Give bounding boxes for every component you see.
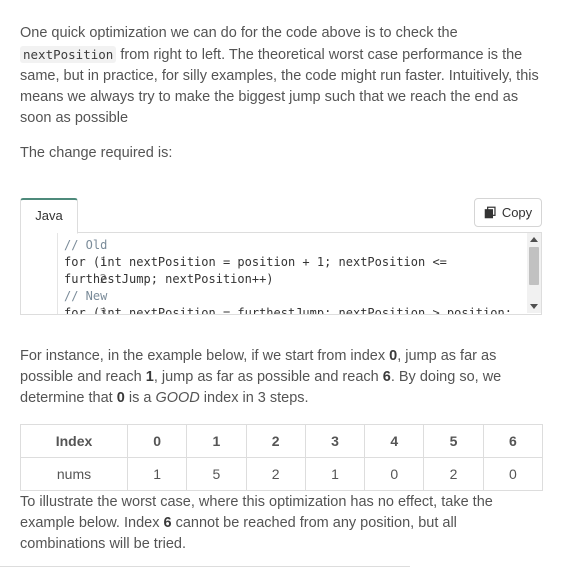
table-cell: 5 xyxy=(186,457,247,491)
example-bold: 1 xyxy=(145,369,154,385)
example-text: For instance, in the example below, if w… xyxy=(20,348,390,364)
tab-java[interactable]: Java xyxy=(20,198,78,234)
index-table: Index 0 1 2 3 4 5 6 nums 1 5 2 1 0 2 0 xyxy=(20,424,544,491)
worst-bold: 6 xyxy=(163,515,172,531)
table-header-cell: 3 xyxy=(304,424,366,458)
code-line: furthestJump; nextPosition++) xyxy=(21,271,526,288)
table-header-cell: 4 xyxy=(364,424,425,458)
scroll-down-icon[interactable] xyxy=(530,304,538,309)
code-text: // Old xyxy=(64,238,108,252)
code-scrollbar[interactable] xyxy=(527,233,541,313)
scroll-up-icon[interactable] xyxy=(530,237,538,242)
scroll-thumb[interactable] xyxy=(529,247,539,285)
code-tab-bar: Java Copy xyxy=(20,198,542,234)
example-italic: GOOD xyxy=(155,390,200,406)
code-text: for (int nextPosition = furthestJump; ne… xyxy=(64,306,512,315)
table-cell: 1 xyxy=(126,457,188,491)
code-text: for (int nextPosition = position + 1; ne… xyxy=(64,255,447,269)
table-cell: 0 xyxy=(482,457,544,491)
table-cell: 2 xyxy=(423,457,484,491)
table-cell: 0 xyxy=(364,457,425,491)
code-editor[interactable]: 1 // Old 2 for (int nextPosition = posit… xyxy=(20,233,542,315)
table-header-cell: 6 xyxy=(482,424,544,458)
inline-code-next-position: nextPosition xyxy=(20,46,117,63)
example-text: , jump as far as possible and reach xyxy=(153,369,383,385)
table-cell: 2 xyxy=(245,457,306,491)
divider xyxy=(0,566,410,567)
example-bold: 0 xyxy=(389,348,398,364)
code-text: furthestJump; nextPosition++) xyxy=(64,272,274,286)
intro-paragraph: One quick optimization we can do for the… xyxy=(20,23,545,129)
code-line: 2 for (int nextPosition = position + 1; … xyxy=(21,254,526,286)
copy-button[interactable]: Copy xyxy=(474,198,542,227)
table-row-label: nums xyxy=(20,457,128,491)
copy-label: Copy xyxy=(501,205,533,220)
example-bold: 6 xyxy=(382,369,391,385)
table-row: nums 1 5 2 1 0 2 0 xyxy=(20,457,544,491)
copy-icon xyxy=(484,206,496,219)
code-text: // New xyxy=(64,289,108,303)
intro-text-1: One quick optimization we can do for the… xyxy=(20,25,458,41)
example-text: index in 3 steps. xyxy=(199,390,309,406)
code-line: 4 for (int nextPosition = furthestJump; … xyxy=(21,305,526,315)
example-paragraph: For instance, in the example below, if w… xyxy=(20,346,545,409)
table-header-cell: 0 xyxy=(126,424,188,458)
code-line: 3 // New xyxy=(21,288,526,314)
change-required-text: The change required is: xyxy=(20,145,173,161)
table-header-cell: 1 xyxy=(186,424,247,458)
code-block: Java Copy 1 // Old 2 for (int nextPositi… xyxy=(20,198,542,316)
table-header-row: Index 0 1 2 3 4 5 6 xyxy=(20,424,544,458)
example-text: is a xyxy=(124,390,156,406)
table-header-cell: 5 xyxy=(423,424,484,458)
table-cell: 1 xyxy=(304,457,366,491)
example-bold: 0 xyxy=(116,390,125,406)
code-line: 1 // Old xyxy=(21,237,526,269)
worst-case-paragraph: To illustrate the worst case, where this… xyxy=(20,492,545,555)
table-header-cell: 2 xyxy=(245,424,306,458)
code-lines: 1 // Old 2 for (int nextPosition = posit… xyxy=(21,237,526,315)
table-header-label: Index xyxy=(20,424,128,458)
